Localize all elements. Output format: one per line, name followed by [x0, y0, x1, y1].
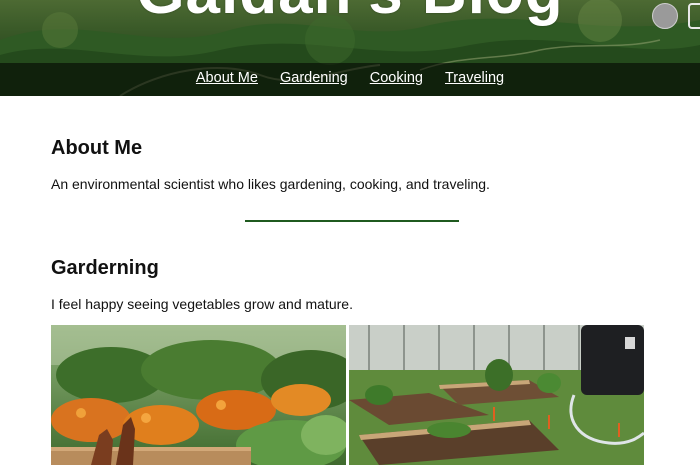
section-divider	[245, 220, 459, 222]
theme-toggle-icon[interactable]	[652, 3, 678, 29]
gardening-heading: Garderning	[51, 257, 159, 279]
main-nav: About Me Gardening Cooking Traveling	[0, 70, 700, 86]
about-heading: About Me	[51, 137, 143, 159]
about-text: An environmental scientist who likes gar…	[51, 176, 490, 192]
site-header: Gaidan's Blog About Me Gardening Cooking…	[0, 0, 700, 96]
device-icon[interactable]	[688, 3, 700, 29]
garden-photo-raised-beds	[349, 325, 644, 465]
nav-about-me[interactable]: About Me	[196, 70, 258, 86]
nav-traveling[interactable]: Traveling	[445, 70, 504, 86]
nav-gardening[interactable]: Gardening	[280, 70, 348, 86]
garden-photo-flowers	[51, 325, 346, 465]
nav-cooking[interactable]: Cooking	[370, 70, 423, 86]
gardening-text: I feel happy seeing vegetables grow and …	[51, 296, 353, 312]
site-title: Gaidan's Blog	[0, 0, 700, 24]
